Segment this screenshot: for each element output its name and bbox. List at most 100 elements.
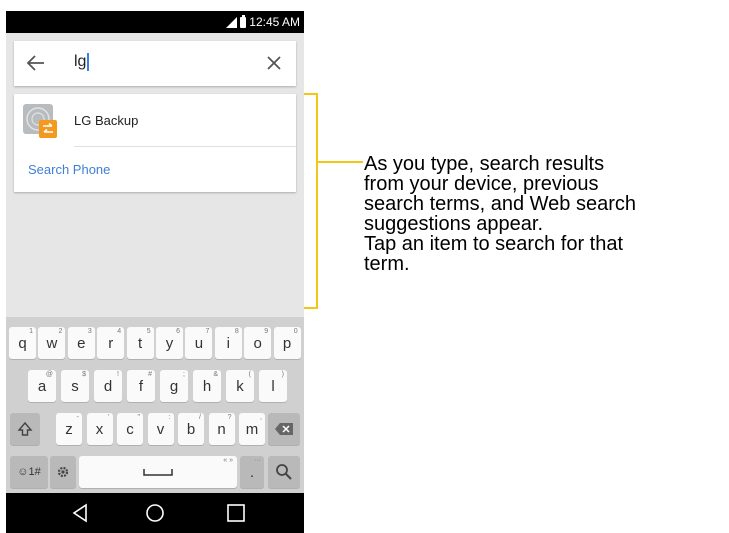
status-bar: 12:45 AM [6,11,304,33]
key-label: z [65,420,73,438]
key-x[interactable]: ' x [86,413,113,445]
search-bar[interactable]: lg [14,41,296,86]
key-label: g [169,377,179,395]
shift-icon [17,421,33,436]
key-label: y [165,334,174,352]
key-label: l [271,377,275,395]
key-label: n [217,420,226,438]
key-sub-label: ? [227,414,232,421]
navigation-bar [6,493,304,533]
key-sub-label: ) [281,371,284,378]
key-sub-label: 6 [176,328,180,335]
search-input[interactable]: lg [74,53,90,71]
period-key[interactable]: ··· . [240,456,264,488]
key-sub-label: ! [117,371,119,378]
annotation-leader-line [317,161,363,163]
key-t[interactable]: 5t [126,327,154,359]
phone-screen: 12:45 AM lg LG Backup Search Phone 1 q 2… [6,11,304,533]
key-e[interactable]: 3e [67,327,95,359]
key-sub-label: 2 [58,328,63,335]
clear-icon[interactable] [264,53,284,73]
key-sub-label: ' [108,414,110,421]
search-phone-link[interactable]: Search Phone [28,162,110,177]
key-label: w [46,334,58,352]
period-key-sub: ··· [254,457,261,464]
key-sub-label: - [76,414,79,421]
back-nav-icon[interactable] [68,501,92,525]
key-l[interactable]: ) l [259,370,287,402]
key-m[interactable]: ,m [239,413,265,445]
key-sub-label: 1 [29,328,33,335]
key-u[interactable]: 7u [185,327,213,359]
key-label: x [95,420,104,438]
key-v[interactable]: :v [147,413,174,445]
key-k[interactable]: (k [226,370,254,402]
key-q[interactable]: 1q [9,327,36,359]
space-icon [143,469,173,476]
shift-key[interactable] [10,413,40,445]
key-sub-label: $ [82,371,86,378]
key-a[interactable]: @ a [28,370,56,402]
emoji-symbol-key[interactable]: ☺1# [10,456,48,488]
key-sub-label: " [137,414,141,421]
back-arrow-icon[interactable] [24,51,48,75]
key-c[interactable]: " c [117,413,143,445]
key-f[interactable]: # f [127,370,155,402]
key-label: m [245,420,259,438]
key-label: u [194,334,204,352]
key-label: s [71,377,79,395]
key-g[interactable]: ; g [160,370,188,402]
search-results: LG Backup Search Phone [14,94,296,192]
result-item-lg-backup[interactable]: LG Backup [14,94,296,146]
settings-key[interactable] [50,456,76,488]
annotation-bracket [304,93,318,309]
key-y[interactable]: 6y [156,327,183,359]
key-label: c [126,420,134,438]
backspace-key[interactable] [268,413,300,445]
key-sub-label: 4 [117,328,122,335]
search-key[interactable] [268,456,300,488]
key-d[interactable]: ! d [94,370,122,402]
backspace-icon [275,423,293,435]
annotation-text: As you type, search results from your de… [364,153,636,275]
key-sub-label: 3 [87,328,92,335]
home-nav-icon[interactable] [143,501,167,525]
status-icons: 12:45 AM [226,14,300,30]
key-label: d [103,377,113,395]
search-query: lg [74,53,87,70]
emoji-symbol-label: ☺1# [17,466,41,478]
key-r[interactable]: 4r [97,327,125,359]
key-label: i [226,334,230,352]
key-sub-label: @ [45,371,53,378]
key-i[interactable]: 8i [214,327,242,359]
keyboard: 1q2w3e4r5t6y7u8i9o0p @ a $ s! d # f; g & h(k) l -z… [6,317,304,493]
key-h[interactable]: & h [193,370,221,402]
key-w[interactable]: 2w [38,327,66,359]
key-sub-label: # [148,371,152,378]
period-key-label: . [249,463,255,481]
key-sub-label: , [260,414,262,421]
space-key-hint: « » [223,457,233,464]
key-z[interactable]: -z [56,413,82,445]
key-label: b [186,420,196,438]
space-key[interactable]: « » [79,456,237,488]
key-label: k [236,377,244,395]
key-s[interactable]: $ s [61,370,89,402]
recent-apps-nav-icon[interactable] [224,501,248,525]
result-divider [74,146,296,147]
key-sub-label: 7 [205,328,210,335]
key-sub-label: / [199,414,201,421]
signal-icon [226,16,238,28]
key-o[interactable]: 9o [244,327,272,359]
key-n[interactable]: ? n [208,413,235,445]
key-sub-label: ; [183,371,185,378]
key-p[interactable]: 0p [273,327,301,359]
key-label: a [37,377,47,395]
key-b[interactable]: / b [178,413,204,445]
key-sub-label: 8 [234,328,239,335]
key-sub-label: & [213,371,218,378]
key-sub-label: 0 [293,328,298,335]
text-cursor [87,53,90,71]
lg-backup-icon [23,104,57,138]
key-sub-label: : [168,414,171,421]
